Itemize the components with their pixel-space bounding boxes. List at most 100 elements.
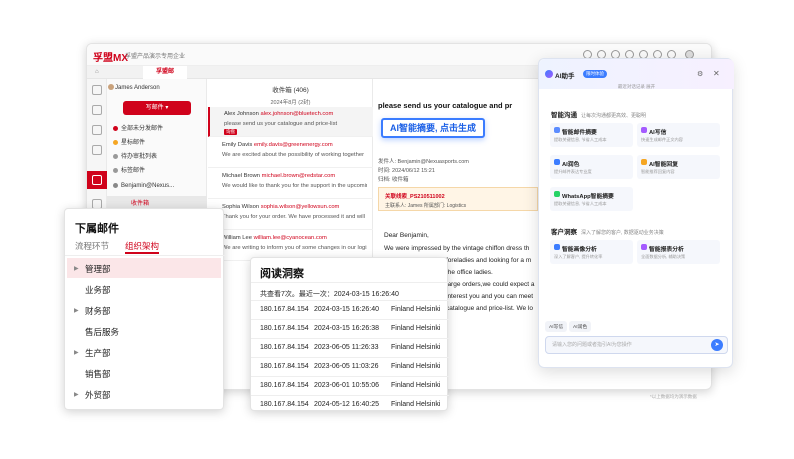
profile-icon — [554, 244, 560, 250]
approval-icon — [113, 153, 118, 159]
mail-greeting: Dear Benjamin, — [384, 232, 429, 239]
active-tab-underline — [125, 252, 159, 254]
divider — [251, 282, 449, 283]
expand-arrow-icon[interactable]: ▶ — [74, 265, 79, 272]
tab-mail[interactable]: 孚盟邮 — [143, 66, 187, 79]
org-item[interactable]: 管理部 — [85, 263, 111, 275]
ai-summary-button[interactable]: AI智能摘要, 点击生成 — [381, 118, 485, 138]
compose-button[interactable]: 写邮件 ▾ — [123, 101, 191, 115]
org-item[interactable]: 外贸部 — [85, 389, 111, 401]
mail-from: 发件人: Benjamin@Nexuasports.com — [378, 159, 469, 165]
date-group: 2024年8月 (2封) — [270, 100, 311, 106]
star-icon — [113, 139, 118, 145]
ai-assistant-panel: AI助手 限时体验 ⚙ ✕ 最近对话记录 展开 智能沟通 让每次沟通都更高效、更聪… — [538, 58, 734, 368]
mail-tag: 询盘 — [224, 129, 237, 135]
mail-item[interactable]: Sophia Wilson sophia.wilson@yellowsun.co… — [208, 200, 373, 230]
mail-line: We were impressed by the vintage chiffon… — [384, 245, 530, 252]
ai-card[interactable]: 智能报表分析 全面数据分析, 辅助决策 — [637, 240, 720, 264]
lead-title[interactable]: 关联线索_PS210511002 — [385, 192, 445, 200]
ai-card[interactable]: 智能画像分析 深入了解客户, 提升转化率 — [550, 240, 633, 264]
folder-item[interactable]: Benjamin@Nexus... — [113, 183, 174, 189]
read-summary: 共查看7次。最近一次：2024-03-15 16:26:40 — [260, 291, 399, 298]
tab-process[interactable]: 流程环节 — [75, 240, 109, 252]
panel-title: 下属邮件 — [75, 223, 119, 235]
mail-snippet: please send us your catalogue and price-… — [224, 121, 338, 127]
send-icon[interactable]: ➤ — [711, 339, 723, 351]
mail-item[interactable]: Alex Johnson alex.johnson@bluetech.com p… — [208, 107, 373, 137]
mail-line: catalogue and price-list. We lo — [446, 305, 533, 312]
org-item[interactable]: 售后服务 — [85, 326, 119, 338]
org-item[interactable]: 财务部 — [85, 305, 111, 317]
folder-inbox[interactable]: 收件箱 — [131, 198, 149, 207]
org-item[interactable]: 业务部 — [85, 284, 111, 296]
account-icon — [113, 183, 118, 188]
folder-item[interactable]: 星标邮件 — [113, 137, 145, 146]
ai-title: AI助手 — [555, 73, 575, 80]
demo-footnote: *以上数据均为演示数据 — [650, 394, 697, 399]
mail-snippet: We would like to thank you for the suppo… — [222, 183, 367, 189]
folder-selected-bg — [107, 196, 207, 208]
ai-card[interactable]: 智能邮件摘要 提取关键信息, 节省人工成本 — [550, 123, 633, 147]
mail-sender: Emily Davis emily.davis@greenenergy.com — [222, 142, 333, 148]
mail-icon[interactable] — [92, 175, 102, 185]
user-avatar — [108, 84, 114, 90]
customer-icon[interactable] — [92, 105, 102, 115]
mail-folder: 归档: 收件箱 — [378, 177, 409, 183]
expand-arrow-icon[interactable]: ▶ — [74, 307, 79, 314]
mail-line: large orders,we could expect a — [446, 281, 535, 288]
write-icon — [641, 127, 647, 133]
ai-logo-icon — [545, 70, 553, 78]
calendar-icon[interactable] — [92, 145, 102, 155]
ai-card[interactable]: AI写信 快速生成邮件正文内容 — [637, 123, 720, 147]
ai-card[interactable]: WhatsApp智能摘要 提取关键信息, 节省人工成本 — [550, 187, 633, 211]
subordinate-mail-panel: 下属邮件 流程环节 组织架构 ▶ 管理部 业务部 ▶ 财务部 售后服务 ▶ 生产… — [64, 208, 225, 410]
table-row: 180.167.84.154 2024-03-15 16:26:38 Finland… — [251, 319, 449, 338]
read-insight-panel: 阅读洞察 共查看7次。最近一次：2024-03-15 16:26:40 180.… — [250, 257, 449, 411]
section-title: 客户洞察 深入了解您的客户, 数据驱动业务决策 — [551, 229, 664, 236]
mail-snippet: Thank you for your order. We have proces… — [222, 214, 365, 220]
ai-card[interactable]: AI智能回复 智能推荐回复内容 — [637, 155, 720, 179]
lead-detail: 主联系人: James 所属部门: Logistics — [385, 203, 467, 209]
mail-sender: Sophia Wilson sophia.wilson@yellowsun.co… — [222, 204, 340, 210]
mail-line: foreladies and looking for a m — [446, 257, 532, 264]
section-title: 智能沟通 让每次沟通都更高效、更聪明 — [551, 112, 647, 119]
history-link[interactable]: 最近对话记录 展开 — [539, 84, 734, 90]
home-tab[interactable]: ⌂ — [95, 69, 99, 75]
org-name: 孚盟产品演示专用企业 — [125, 54, 186, 60]
tab-org-structure[interactable]: 组织架构 — [125, 240, 159, 252]
ai-card[interactable]: AI润色 提升邮件表达专业度 — [550, 155, 633, 179]
user-name[interactable]: James Anderson — [115, 85, 160, 91]
quick-chip-polish[interactable]: AI润色 — [569, 321, 592, 332]
table-row: 180.167.84.154 2023-06-05 11:26:33 Finland… — [251, 338, 449, 357]
org-item[interactable]: 销售部 — [85, 368, 111, 380]
reply-icon — [641, 159, 647, 165]
table-row: 180.167.84.154 2024-03-15 16:26:40 Finland… — [251, 300, 449, 319]
report-icon — [641, 244, 647, 250]
mail-time: 时间: 2024/06/12 15:21 — [378, 168, 435, 174]
folder-item[interactable]: 待办审批列表 — [113, 151, 157, 160]
folder-item[interactable]: 标签邮件 — [113, 165, 145, 174]
close-icon[interactable]: ✕ — [713, 69, 720, 78]
app-logo[interactable]: 孚盟MX — [93, 49, 128, 64]
org-item[interactable]: 生产部 — [85, 347, 111, 359]
contacts-icon[interactable] — [92, 125, 102, 135]
table-row: 180.167.84.154 2023-06-05 11:03:26 Finland… — [251, 357, 449, 376]
settings-icon[interactable]: ⚙ — [697, 70, 703, 78]
summary-icon — [554, 127, 560, 133]
home-icon[interactable] — [92, 85, 102, 95]
mail-item[interactable]: Michael Brown michael.brown@redstar.com … — [208, 169, 373, 199]
inbox-title: 收件箱 (406) — [272, 87, 309, 94]
quick-chip-write[interactable]: AI写信 — [545, 321, 568, 332]
table-row: 180.167.84.154 2023-06-01 10:55:06 Finland… — [251, 376, 449, 395]
expand-arrow-icon[interactable]: ▶ — [74, 391, 79, 398]
mail-sender: Michael Brown michael.brown@redstar.com — [222, 173, 336, 179]
mail-sender: William Lee william.lee@cyanocean.com — [222, 235, 327, 241]
expand-arrow-icon[interactable]: ▶ — [74, 349, 79, 356]
mail-item[interactable]: Emily Davis emily.davis@greenenergy.com … — [208, 138, 373, 168]
ai-input[interactable]: 请输入您的问题或者指引AI为您操作 — [545, 336, 728, 354]
folder-item[interactable]: 全部未分发邮件 — [113, 123, 163, 132]
panel-title: 阅读洞察 — [260, 268, 304, 280]
linked-lead-bar[interactable]: 关联线索_PS210511002 主联系人: James 所属部门: Logis… — [378, 187, 538, 211]
mail-snippet: We are excited about the possibility of … — [222, 152, 364, 158]
mail-line: interest you and you can meet — [446, 293, 534, 300]
